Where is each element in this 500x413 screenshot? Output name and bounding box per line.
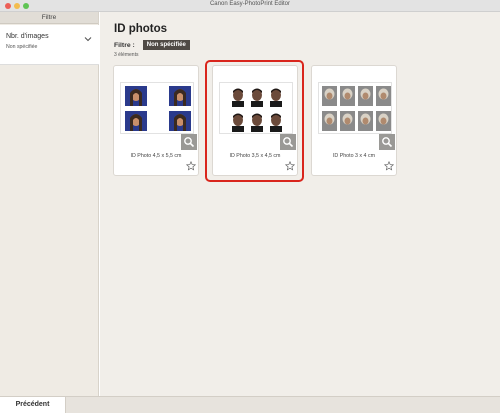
template-card-45x55[interactable]: ID Photo 4,5 x 5,5 cm	[113, 65, 199, 176]
filter-label: Filtre :	[114, 41, 135, 49]
chevron-down-icon[interactable]	[84, 36, 92, 42]
zoom-preview-button[interactable]	[181, 134, 197, 150]
template-card-3x4[interactable]: ID Photo 3 x 4 cm	[311, 65, 397, 176]
active-filter-row: Filtre : Non spécifiée	[114, 40, 190, 50]
previous-button[interactable]: Précédent	[0, 397, 66, 413]
window-titlebar: Canon Easy-PhotoPrint Editor	[0, 0, 500, 12]
sidebar-header: Filtre	[0, 12, 98, 24]
selection-highlight	[205, 60, 304, 182]
page-title: ID photos	[114, 23, 168, 35]
filter-sidebar: Filtre Nbr. d'images Non spécifiée	[0, 12, 99, 396]
template-thumbnail	[120, 82, 194, 134]
item-count: 3 éléments	[114, 52, 139, 58]
id-photo-preview-woman	[125, 86, 191, 131]
magnifier-icon	[184, 137, 195, 148]
template-label: ID Photo 3 x 4 cm	[332, 153, 376, 159]
favorite-star-icon[interactable]	[186, 161, 196, 171]
template-thumbnail	[318, 82, 392, 134]
bottom-bar: Précédent	[0, 396, 500, 413]
filter-image-count[interactable]: Nbr. d'images Non spécifiée	[0, 25, 99, 65]
magnifier-icon	[382, 137, 393, 148]
filter-chip[interactable]: Non spécifiée	[142, 40, 190, 50]
filter-item-value: Non spécifiée	[6, 44, 38, 50]
template-label: ID Photo 4,5 x 5,5 cm	[130, 153, 182, 159]
window-title: Canon Easy-PhotoPrint Editor	[209, 1, 291, 7]
id-photo-preview-elderly-woman	[322, 86, 391, 131]
zoom-preview-button[interactable]	[379, 134, 395, 150]
filter-item-title: Nbr. d'images	[6, 33, 49, 40]
favorite-star-icon[interactable]	[384, 161, 394, 171]
